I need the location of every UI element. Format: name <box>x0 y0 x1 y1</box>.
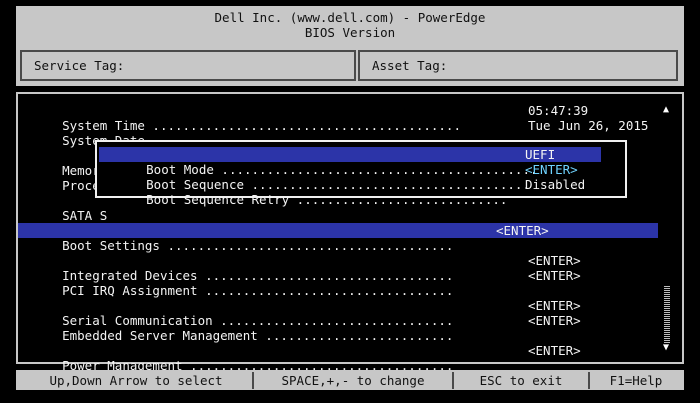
enter-value: <ENTER> <box>496 223 549 238</box>
menu-item-system-time[interactable]: System Time ............................… <box>32 103 592 133</box>
menu-item-label: Embedded Server Management <box>62 328 258 343</box>
popup-item-boot-sequence-retry[interactable]: Boot Sequence Retry ....................… <box>99 177 601 207</box>
enter-value: <ENTER> <box>528 268 581 283</box>
scrollbar-track[interactable] <box>664 285 670 343</box>
bios-header: Dell Inc. (www.dell.com) - PowerEdge BIO… <box>16 6 684 46</box>
enter-value: <ENTER> <box>528 343 581 358</box>
menu-item-serial-communication[interactable]: Serial Communication ...................… <box>32 298 592 328</box>
popup-item-boot-mode[interactable]: Boot Mode ..............................… <box>99 147 601 177</box>
menu-item-power-management[interactable]: Power Management .......................… <box>32 343 592 373</box>
popup-item-boot-sequence[interactable]: Boot Sequence ..........................… <box>99 162 601 192</box>
hint-help: F1=Help <box>609 373 663 388</box>
enter-value: <ENTER> <box>528 253 581 268</box>
leader-dots: ...................................... <box>159 238 454 253</box>
bios-screen: Dell Inc. (www.dell.com) - PowerEdge BIO… <box>0 0 700 390</box>
key-hint-bar: Up,Down Arrow to select SPACE,+,- to cha… <box>16 370 684 390</box>
leader-dots: ................................. <box>197 283 454 298</box>
boot-sequence-value: <ENTER> <box>525 162 578 177</box>
tag-bar: Service Tag: Asset Tag: <box>16 46 684 86</box>
enter-value: <ENTER> <box>528 298 581 313</box>
service-tag-field: Service Tag: <box>20 50 356 81</box>
service-tag-label: Service Tag: <box>34 58 125 73</box>
leader-dots: ............................ <box>289 192 508 207</box>
boot-settings-popup: Boot Mode ..............................… <box>95 140 627 207</box>
popup-item-label: Boot Sequence Retry <box>146 192 290 207</box>
menu-item-label: PCI IRQ Assignment <box>62 283 198 298</box>
menu-item-pci-irq[interactable]: PCI IRQ Assignment .....................… <box>32 268 592 298</box>
boot-sequence-retry-value: Disabled <box>525 177 586 192</box>
hint-navigate: Up,Down Arrow to select <box>20 372 254 389</box>
vendor-title: Dell Inc. (www.dell.com) - PowerEdge <box>214 10 486 25</box>
scroll-up-arrow-icon[interactable]: ▲ <box>663 104 669 115</box>
menu-item-integrated-devices[interactable]: Integrated Devices .....................… <box>32 253 592 283</box>
enter-value: <ENTER> <box>528 313 581 328</box>
menu-item-embedded-server-management[interactable]: Embedded Server Management .............… <box>32 313 592 343</box>
scroll-down-arrow-icon[interactable]: ▼ <box>663 342 669 353</box>
asset-tag-field: Asset Tag: <box>358 50 678 81</box>
hint-exit: ESC to exit <box>454 372 590 389</box>
leader-dots: ......................... <box>257 328 454 343</box>
system-time-value: 05:47:39 <box>528 103 589 118</box>
bios-version-title: BIOS Version <box>304 25 396 40</box>
menu-item-label: Boot Settings <box>62 238 160 253</box>
asset-tag-label: Asset Tag: <box>372 58 448 73</box>
boot-mode-value: UEFI <box>525 147 556 162</box>
hint-change: SPACE,+,- to change <box>254 372 454 389</box>
menu-item-system-date[interactable]: System Date ............................… <box>32 118 648 148</box>
system-date-value: Tue Jun 26, 2015 <box>528 118 649 133</box>
